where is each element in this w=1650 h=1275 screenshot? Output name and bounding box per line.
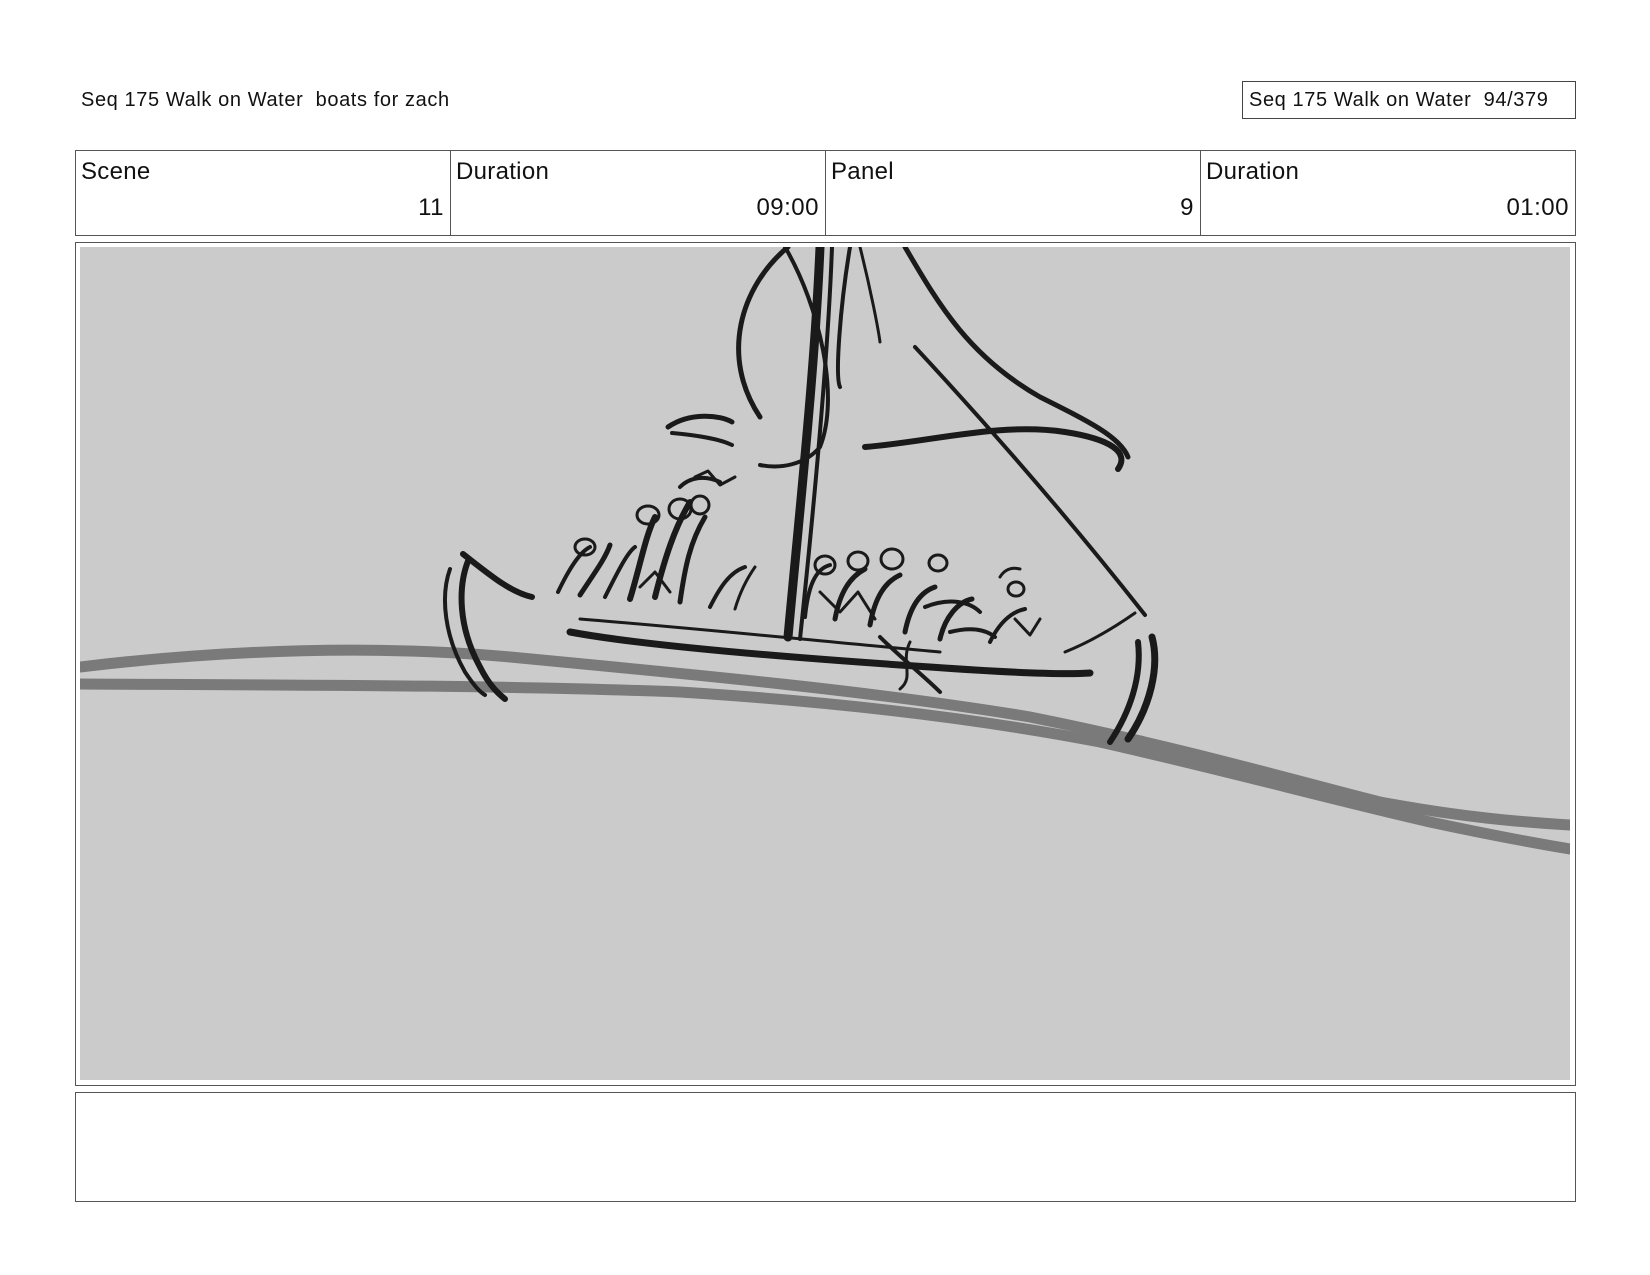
scene-duration-cell: Duration 09:00 [451, 151, 826, 235]
sail [665, 247, 1131, 472]
scene-value: 11 [418, 194, 444, 221]
scene-label: Scene [81, 158, 151, 185]
mast-and-rigging [783, 247, 1147, 642]
scene-duration-value: 09:00 [756, 194, 819, 221]
scene-cell: Scene 11 [76, 151, 451, 235]
water-lines [80, 644, 1570, 855]
boat-hull [443, 551, 1159, 745]
panel-cell: Panel 9 [826, 151, 1201, 235]
panel-value: 9 [1180, 194, 1194, 221]
passengers-right [803, 547, 1042, 644]
panel-label: Panel [831, 158, 894, 185]
panel-notes-box [75, 1092, 1576, 1202]
storyboard-panel-frame [75, 242, 1576, 1086]
panel-duration-label: Duration [1206, 158, 1300, 185]
sequence-title: Seq 175 Walk on Water boats for zach [81, 89, 450, 111]
storyboard-sketch [80, 247, 1570, 1080]
panel-duration-value: 01:00 [1506, 194, 1569, 221]
scene-info-table: Scene 11 Duration 09:00 Panel 9 Duration… [75, 150, 1576, 236]
passengers-left [556, 469, 757, 611]
page-counter: Seq 175 Walk on Water 94/379 [1242, 81, 1576, 119]
boat-sketch-drawing [80, 247, 1570, 855]
scene-duration-label: Duration [456, 158, 550, 185]
panel-duration-cell: Duration 01:00 [1201, 151, 1575, 235]
